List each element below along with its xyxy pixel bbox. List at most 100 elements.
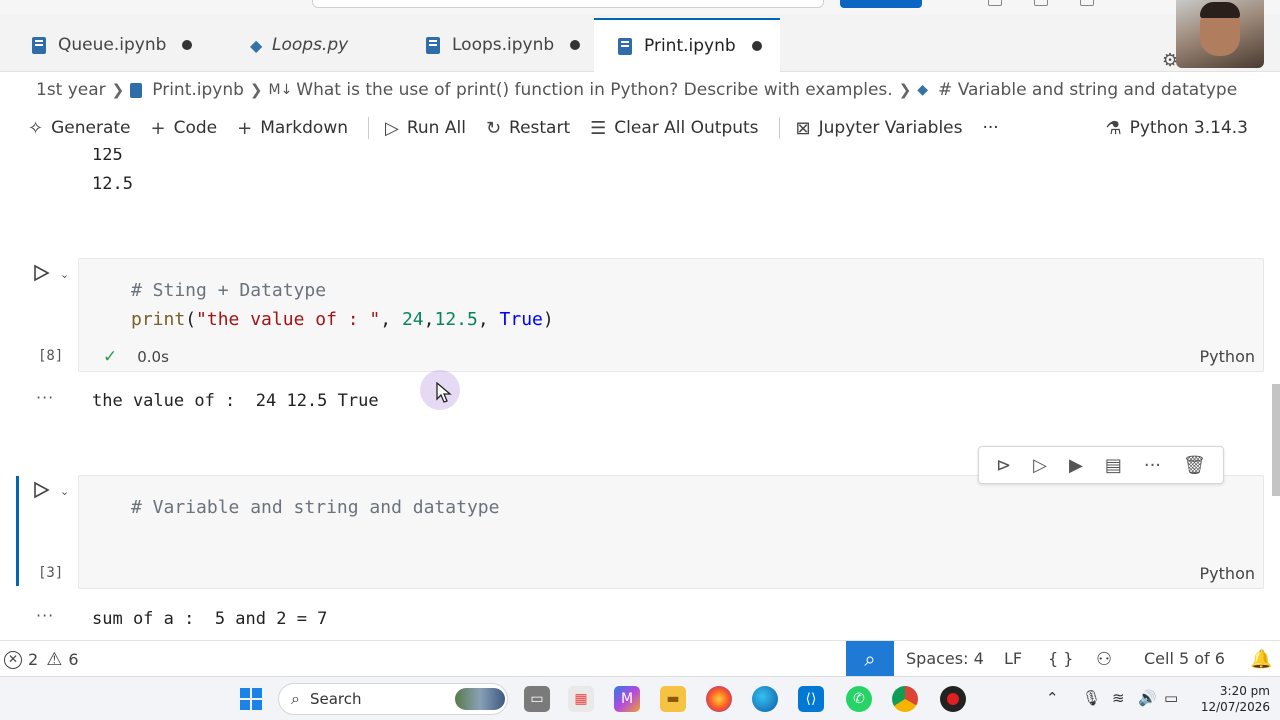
cell-language[interactable]: Python bbox=[1200, 564, 1255, 583]
signin-button[interactable] bbox=[840, 0, 922, 8]
restart-button[interactable]: ↻ Restart bbox=[486, 118, 570, 139]
window-icon[interactable] bbox=[1080, 0, 1094, 6]
chevron-down-icon[interactable]: ⌄ bbox=[60, 485, 69, 498]
wifi-icon[interactable]: ≋ bbox=[1112, 689, 1125, 707]
language-mode-icon[interactable]: { } bbox=[1048, 649, 1073, 668]
cell-position[interactable]: Cell 5 of 6 bbox=[1144, 649, 1225, 668]
whatsapp-icon[interactable]: ✆ bbox=[846, 686, 872, 712]
output-menu-icon[interactable]: ··· bbox=[36, 606, 54, 625]
code-token: , bbox=[380, 309, 402, 330]
code-comment: # Sting + Datatype bbox=[131, 280, 327, 301]
line-ending-setting[interactable]: LF bbox=[1004, 649, 1022, 668]
chevron-up-icon[interactable]: ⌃ bbox=[1046, 689, 1059, 707]
error-icon: ✕ bbox=[4, 650, 22, 669]
chrome-icon[interactable] bbox=[892, 686, 918, 712]
execution-status: ✓ 0.0s bbox=[103, 347, 169, 367]
microphone-icon[interactable]: 🎙 bbox=[1082, 689, 1101, 707]
run-cell-icon[interactable]: ▷ bbox=[1033, 455, 1047, 476]
code-cell-1[interactable]: # Sting + Datatype print("the value of :… bbox=[78, 258, 1264, 372]
taskbar-search-label: Search bbox=[309, 690, 362, 708]
run-cell-button[interactable] bbox=[32, 264, 50, 282]
clock-date: 12/07/2026 bbox=[1200, 700, 1270, 714]
breadcrumb-folder[interactable]: 1st year bbox=[36, 80, 106, 100]
store-icon[interactable]: ▦ bbox=[568, 686, 594, 712]
tab-queue-ipynb[interactable]: Queue.ipynb bbox=[0, 18, 214, 72]
chevron-right-icon: ❯ bbox=[898, 81, 912, 99]
toolbar-divider bbox=[368, 117, 370, 139]
run-all-button[interactable]: ▷ Run All bbox=[385, 118, 466, 139]
warning-icon: ⚠ bbox=[46, 649, 63, 670]
record-icon[interactable] bbox=[940, 686, 966, 712]
vertical-scrollbar[interactable] bbox=[1272, 384, 1280, 496]
execution-count: [3] bbox=[38, 565, 64, 581]
toolbar-divider bbox=[778, 117, 780, 139]
breadcrumb-heading[interactable]: What is the use of print() function in P… bbox=[296, 80, 892, 100]
restart-label: Restart bbox=[509, 118, 571, 138]
panel-icon[interactable] bbox=[1034, 0, 1048, 6]
breadcrumb-cell[interactable]: # Variable and string and datatype bbox=[938, 80, 1237, 100]
task-view-icon[interactable]: ▭ bbox=[524, 686, 550, 712]
notebook-icon bbox=[618, 37, 632, 55]
m365-icon[interactable]: M bbox=[614, 686, 640, 712]
code-line: print("the value of : ", 24,12.5, True) bbox=[131, 309, 554, 330]
run-above-icon[interactable]: ⊳ bbox=[996, 455, 1011, 476]
edge-icon[interactable] bbox=[752, 686, 778, 712]
tab-loops-py[interactable]: ◆ Loops.py bbox=[214, 18, 394, 72]
more-actions-button[interactable]: ··· bbox=[983, 118, 999, 138]
clear-outputs-button[interactable]: ☰ Clear All Outputs bbox=[590, 118, 758, 139]
unsaved-dot-icon[interactable] bbox=[570, 40, 581, 50]
windows-start-icon[interactable] bbox=[238, 686, 264, 712]
markdown-icon: M↓ bbox=[268, 82, 293, 98]
layout-icon[interactable] bbox=[988, 0, 1002, 6]
generate-button[interactable]: ✧ Generate bbox=[28, 118, 131, 139]
status-bar: ✕ 2 ⚠ 6 ⌕ Spaces: 4 LF { } ⚇ Cell 5 of 6… bbox=[0, 640, 1280, 677]
firefox-icon[interactable] bbox=[706, 686, 732, 712]
taskbar-search[interactable]: ⌕ Search bbox=[278, 683, 508, 715]
indentation-setting[interactable]: Spaces: 4 bbox=[906, 649, 984, 668]
code-number: 12.5 bbox=[434, 309, 478, 330]
copilot-icon[interactable]: ⚇ bbox=[1096, 649, 1112, 670]
mouse-pointer-icon bbox=[436, 381, 452, 408]
taskbar: ⌕ Search ▭ ▦ M ▬ ⟨⟩ ✆ ⌃ 🎙 ≋ 🔊 ▭ 3:20 pm … bbox=[0, 676, 1280, 720]
trash-icon[interactable]: 🗑 bbox=[1183, 455, 1206, 476]
unsaved-dot-icon[interactable] bbox=[751, 41, 762, 51]
search-icon: ⌕ bbox=[291, 689, 300, 708]
cell-output: sum of a : 5 and 2 = 7 bbox=[92, 609, 328, 629]
chevron-down-icon[interactable]: ⌄ bbox=[60, 268, 69, 281]
problems-indicator[interactable]: ✕ 2 ⚠ 6 bbox=[4, 649, 79, 670]
ellipsis-icon[interactable]: ··· bbox=[1144, 455, 1161, 476]
breadcrumb-file[interactable]: Print.ipynb bbox=[152, 80, 244, 100]
code-comment: # Variable and string and datatype bbox=[131, 497, 500, 518]
battery-icon[interactable]: ▭ bbox=[1164, 689, 1178, 707]
split-cell-icon[interactable]: ▤ bbox=[1105, 455, 1122, 476]
command-center[interactable] bbox=[312, 0, 824, 8]
add-markdown-button[interactable]: + Markdown bbox=[237, 118, 348, 139]
error-count: 2 bbox=[28, 650, 39, 669]
tab-print-ipynb[interactable]: Print.ipynb bbox=[594, 18, 780, 72]
python-icon: ◆ bbox=[917, 82, 929, 98]
code-keyword: True bbox=[499, 309, 543, 330]
volume-icon[interactable]: 🔊 bbox=[1138, 689, 1157, 707]
bell-icon[interactable]: 🔔 bbox=[1250, 649, 1272, 670]
zoom-icon[interactable]: ⌕ bbox=[846, 641, 894, 677]
run-cell-button[interactable] bbox=[32, 481, 50, 499]
variables-icon: ⊠ bbox=[795, 117, 811, 139]
run-below-icon[interactable]: ▶ bbox=[1069, 455, 1083, 476]
plus-icon: + bbox=[150, 117, 166, 139]
cell-language[interactable]: Python bbox=[1200, 347, 1255, 366]
execution-count: [8] bbox=[38, 348, 64, 364]
code-token: , bbox=[423, 309, 435, 330]
unsaved-dot-icon[interactable] bbox=[182, 40, 193, 50]
title-bar bbox=[0, 0, 1280, 14]
kernel-picker[interactable]: ⚗ Python 3.14.3 bbox=[1105, 118, 1248, 139]
restart-icon: ↻ bbox=[485, 117, 502, 139]
jupyter-variables-button[interactable]: ⊠ Jupyter Variables bbox=[796, 118, 963, 139]
flask-icon: ⚗ bbox=[1105, 117, 1122, 139]
tab-loops-ipynb[interactable]: Loops.ipynb bbox=[394, 18, 594, 72]
clock[interactable]: 3:20 pm 12/07/2026 bbox=[1196, 683, 1270, 715]
code-cell-2[interactable]: # Variable and string and datatype Pytho… bbox=[78, 475, 1264, 589]
output-menu-icon[interactable]: ··· bbox=[36, 388, 54, 407]
add-code-button[interactable]: + Code bbox=[151, 118, 218, 139]
vscode-icon[interactable]: ⟨⟩ bbox=[798, 686, 824, 712]
file-explorer-icon[interactable]: ▬ bbox=[660, 686, 686, 712]
